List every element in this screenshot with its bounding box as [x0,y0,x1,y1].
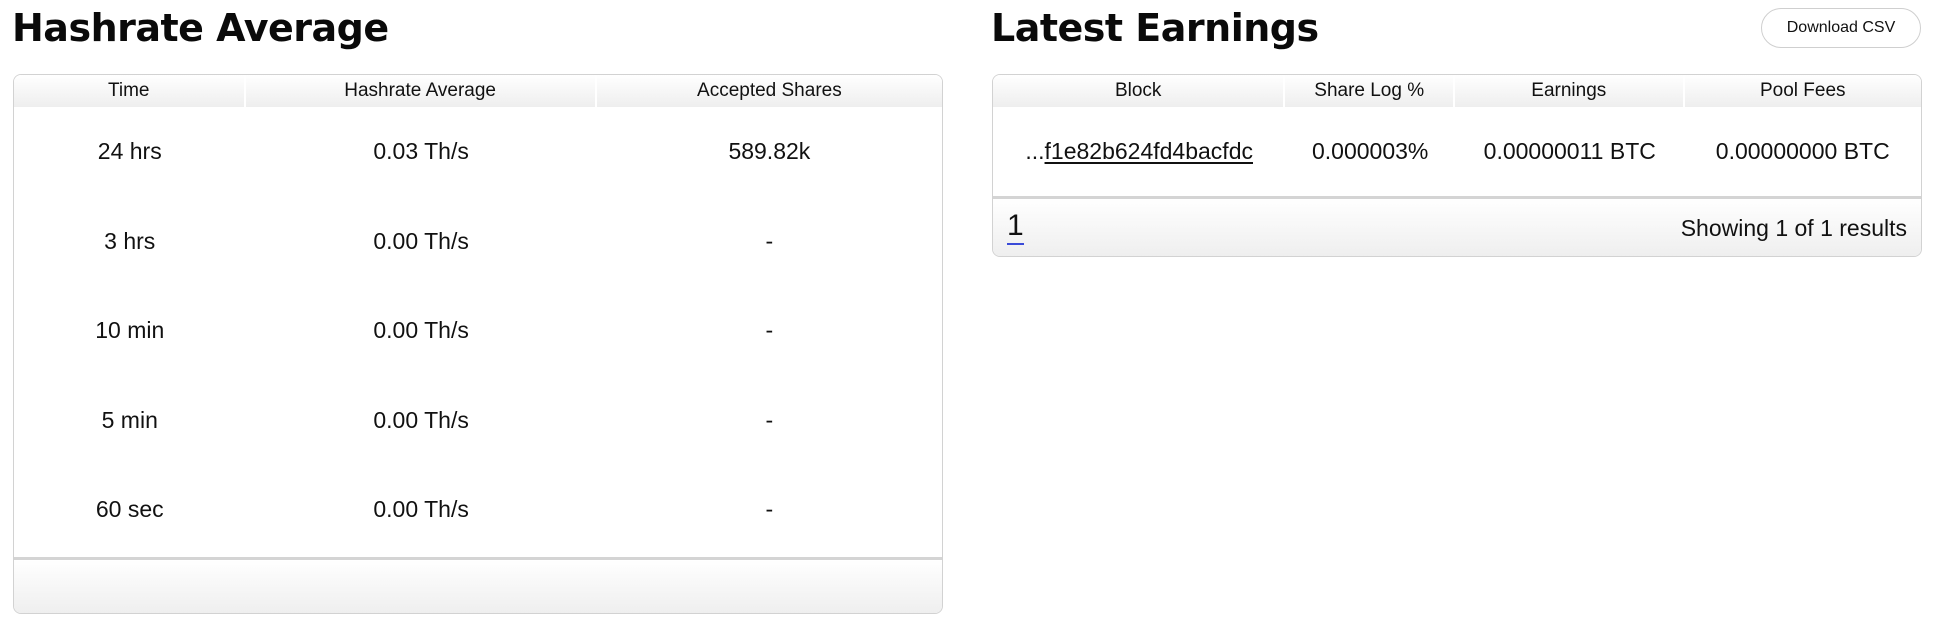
table-row: 24 hrs 0.03 Th/s 589.82k [14,107,942,197]
earnings-cell: 0.00000011 BTC [1483,137,1656,164]
earnings-table-header: Block Share Log % Earnings Pool Fees [993,75,1921,107]
time-cell: 5 min [101,406,158,433]
hashrate-cell: 0.00 Th/s [373,406,469,433]
column-header-share-log: Share Log % [1285,75,1456,107]
hashrate-table-footer [14,557,942,613]
results-count: Showing 1 of 1 results [1680,215,1907,241]
dashboard-page: Hashrate Average Time Hashrate Average A… [0,0,1933,640]
table-row: ... f1e82b624fd4bacfdc 0.000003% 0.000000… [993,107,1921,195]
hashrate-table-header: Time Hashrate Average Accepted Shares [14,75,942,107]
hashrate-table-body: 24 hrs 0.03 Th/s 589.82k 3 hrs 0.00 Th/s… [14,107,942,555]
earnings-section-title: Latest Earnings [991,6,1319,50]
hashrate-section-title: Hashrate Average [12,6,389,50]
hashrate-cell: 0.03 Th/s [373,138,469,165]
column-header-time: Time [14,75,246,107]
earnings-table-footer: 1 Showing 1 of 1 results [993,196,1921,256]
table-row: 10 min 0.00 Th/s - [14,286,942,376]
table-row: 5 min 0.00 Th/s - [14,376,942,466]
block-cell: ... f1e82b624fd4bacfdc [993,107,1285,195]
block-hash-link[interactable]: f1e82b624fd4bacfdc [1045,138,1253,165]
pagination-page-1[interactable]: 1 [1007,209,1024,245]
column-header-hashrate-average: Hashrate Average [246,75,597,107]
column-header-earnings: Earnings [1455,75,1685,107]
accepted-shares-cell: - [765,317,774,344]
accepted-shares-cell: - [765,496,774,523]
accepted-shares-cell: - [765,227,774,254]
hashrate-cell: 0.00 Th/s [373,496,469,523]
column-header-accepted-shares: Accepted Shares [697,80,842,101]
column-header-pool-fees: Pool Fees [1759,80,1846,101]
table-row: 60 sec 0.00 Th/s - [14,465,942,555]
table-row: 3 hrs 0.00 Th/s - [14,197,942,287]
time-cell: 24 hrs [97,138,162,165]
earnings-table-body: ... f1e82b624fd4bacfdc 0.000003% 0.000000… [993,107,1921,195]
hashrate-table: Time Hashrate Average Accepted Shares 24… [13,74,943,614]
column-header-block: Block [993,75,1286,107]
block-hash-prefix: ... [1025,137,1045,164]
pool-fees-cell: 0.00000000 BTC [1715,137,1890,164]
hashrate-cell: 0.00 Th/s [373,317,469,344]
time-cell: 3 hrs [104,227,156,254]
accepted-shares-cell: - [765,406,774,433]
hashrate-cell: 0.00 Th/s [373,227,469,254]
share-log-cell: 0.000003% [1312,137,1429,164]
download-csv-button[interactable]: Download CSV [1761,8,1921,48]
time-cell: 60 sec [95,496,164,523]
accepted-shares-cell: 589.82k [728,138,811,165]
earnings-table: Block Share Log % Earnings Pool Fees ...… [992,74,1922,257]
time-cell: 10 min [95,317,165,344]
